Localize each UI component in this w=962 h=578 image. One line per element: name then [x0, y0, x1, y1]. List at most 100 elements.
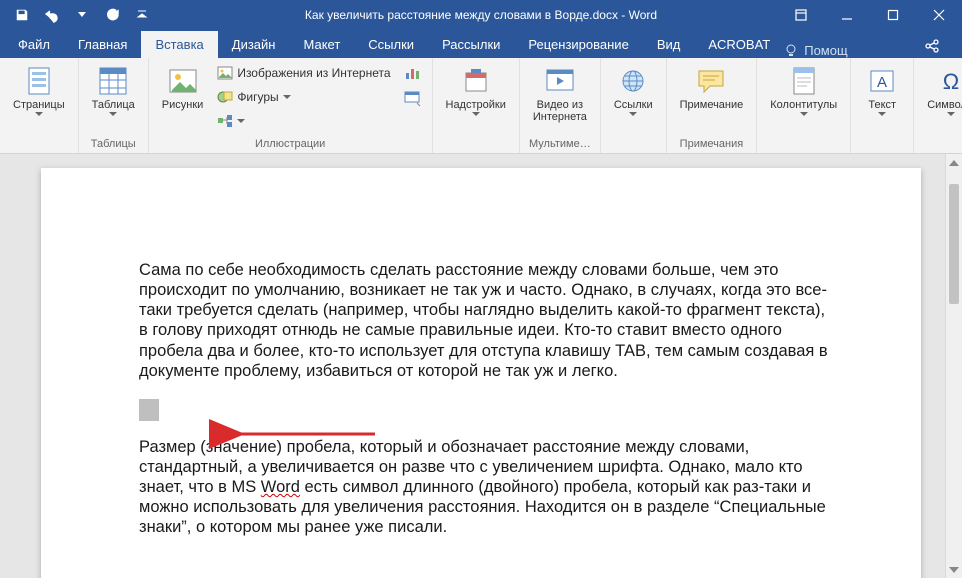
- addins-label: Надстройки: [446, 99, 506, 111]
- window-controls: [778, 0, 962, 30]
- group-label: Мультиме…: [528, 138, 592, 151]
- symbols-label: Символы: [927, 99, 962, 111]
- ribbon-display-options[interactable]: [778, 0, 824, 30]
- text-button[interactable]: A Текст: [859, 62, 905, 119]
- tab-review[interactable]: Рецензирование: [514, 31, 642, 58]
- group-label: [441, 150, 511, 151]
- header-footer-icon: [788, 65, 820, 97]
- table-button[interactable]: Таблица: [87, 62, 140, 119]
- pages-icon: [23, 65, 55, 97]
- group-links: Ссылки: [601, 58, 667, 153]
- comment-icon: [695, 65, 727, 97]
- video-label: Видео из Интернета: [533, 99, 587, 123]
- scroll-up-button[interactable]: [946, 154, 962, 171]
- group-symbols: Ω Символы: [914, 58, 962, 153]
- save-button[interactable]: [8, 3, 36, 27]
- chart-button[interactable]: [400, 62, 424, 84]
- tab-references[interactable]: Ссылки: [354, 31, 428, 58]
- scroll-down-button[interactable]: [946, 561, 962, 578]
- links-button[interactable]: Ссылки: [609, 62, 658, 119]
- undo-button[interactable]: [38, 3, 66, 27]
- tab-design[interactable]: Дизайн: [218, 31, 290, 58]
- header-footer-button[interactable]: Колонтитулы: [765, 62, 842, 119]
- selected-space[interactable]: [139, 399, 159, 421]
- tab-layout[interactable]: Макет: [289, 31, 354, 58]
- smartart-icon: [217, 113, 233, 129]
- comment-label: Примечание: [680, 99, 744, 111]
- group-label: Примечания: [675, 138, 749, 151]
- group-label: Таблицы: [87, 138, 140, 151]
- redo-button[interactable]: [98, 3, 126, 27]
- links-label: Ссылки: [614, 99, 653, 111]
- close-button[interactable]: [916, 0, 962, 30]
- pictures-icon: [167, 65, 199, 97]
- chevron-down-icon: [878, 112, 886, 116]
- symbols-button[interactable]: Ω Символы: [922, 62, 962, 119]
- share-button[interactable]: [912, 34, 952, 58]
- chevron-down-icon: [283, 95, 291, 99]
- group-addins: Надстройки: [433, 58, 520, 153]
- chart-icon: [404, 65, 420, 81]
- pictures-button[interactable]: Рисунки: [157, 62, 209, 114]
- group-label: [609, 150, 658, 151]
- document-page[interactable]: Сама по себе необходимость сделать расст…: [41, 168, 921, 578]
- group-label: Иллюстрации: [157, 138, 424, 151]
- addins-button[interactable]: Надстройки: [441, 62, 511, 119]
- tab-acrobat[interactable]: ACROBAT: [694, 31, 784, 58]
- screenshot-button[interactable]: [400, 86, 424, 108]
- pages-button[interactable]: Страницы: [8, 62, 70, 119]
- undo-dropdown[interactable]: [68, 3, 96, 27]
- chevron-down-icon: [947, 112, 955, 116]
- maximize-button[interactable]: [870, 0, 916, 30]
- tab-mailings[interactable]: Рассылки: [428, 31, 514, 58]
- chevron-down-icon: [800, 112, 808, 116]
- title-bar: Как увеличить расстояние между словами в…: [0, 0, 962, 30]
- chevron-down-icon: [35, 112, 43, 116]
- chevron-down-icon: [109, 112, 117, 116]
- screenshot-icon: [404, 89, 420, 105]
- chevron-down-icon: [237, 119, 245, 123]
- scroll-thumb[interactable]: [949, 184, 959, 304]
- table-label: Таблица: [92, 99, 135, 111]
- vertical-scrollbar[interactable]: [945, 154, 962, 578]
- document-area: Сама по себе необходимость сделать расст…: [0, 154, 962, 578]
- tell-me-label: Помощ: [804, 43, 847, 58]
- group-label: [765, 150, 842, 151]
- chevron-down-icon: [629, 112, 637, 116]
- online-pictures-button[interactable]: Изображения из Интернета: [212, 62, 395, 84]
- paragraph[interactable]: Сама по себе необходимость сделать расст…: [139, 260, 831, 381]
- link-icon: [617, 65, 649, 97]
- tab-view[interactable]: Вид: [643, 31, 695, 58]
- svg-text:Ω: Ω: [943, 69, 959, 94]
- group-header-footer: Колонтитулы: [757, 58, 851, 153]
- tab-home[interactable]: Главная: [64, 31, 141, 58]
- pages-label: Страницы: [13, 99, 65, 111]
- qat-customize[interactable]: [128, 3, 156, 27]
- shapes-button[interactable]: Фигуры: [212, 86, 395, 108]
- paragraph-selection[interactable]: [139, 399, 831, 421]
- group-text: A Текст: [851, 58, 914, 153]
- shapes-icon: [217, 89, 233, 105]
- spellcheck-word[interactable]: Word: [261, 478, 300, 496]
- header-footer-label: Колонтитулы: [770, 99, 837, 111]
- ribbon-tabs: Файл Главная Вставка Дизайн Макет Ссылки…: [0, 30, 962, 58]
- group-tables: Таблица Таблицы: [79, 58, 149, 153]
- online-video-button[interactable]: Видео из Интернета: [528, 62, 592, 126]
- symbol-icon: Ω: [935, 65, 962, 97]
- video-icon: [544, 65, 576, 97]
- shapes-label: Фигуры: [237, 90, 278, 104]
- group-label: [8, 150, 70, 151]
- text-label: Текст: [868, 99, 896, 111]
- online-pictures-label: Изображения из Интернета: [237, 66, 390, 80]
- group-label: [922, 150, 962, 151]
- paragraph[interactable]: Размер (значение) пробела, который и обо…: [139, 437, 831, 538]
- group-media: Видео из Интернета Мультиме…: [520, 58, 601, 153]
- group-label: [859, 150, 905, 151]
- comment-button[interactable]: Примечание: [675, 62, 749, 114]
- tab-file[interactable]: Файл: [4, 31, 64, 58]
- smartart-button[interactable]: [212, 110, 395, 132]
- tab-insert[interactable]: Вставка: [141, 31, 217, 58]
- lightbulb-icon: [784, 44, 798, 58]
- online-pictures-icon: [217, 65, 233, 81]
- minimize-button[interactable]: [824, 0, 870, 30]
